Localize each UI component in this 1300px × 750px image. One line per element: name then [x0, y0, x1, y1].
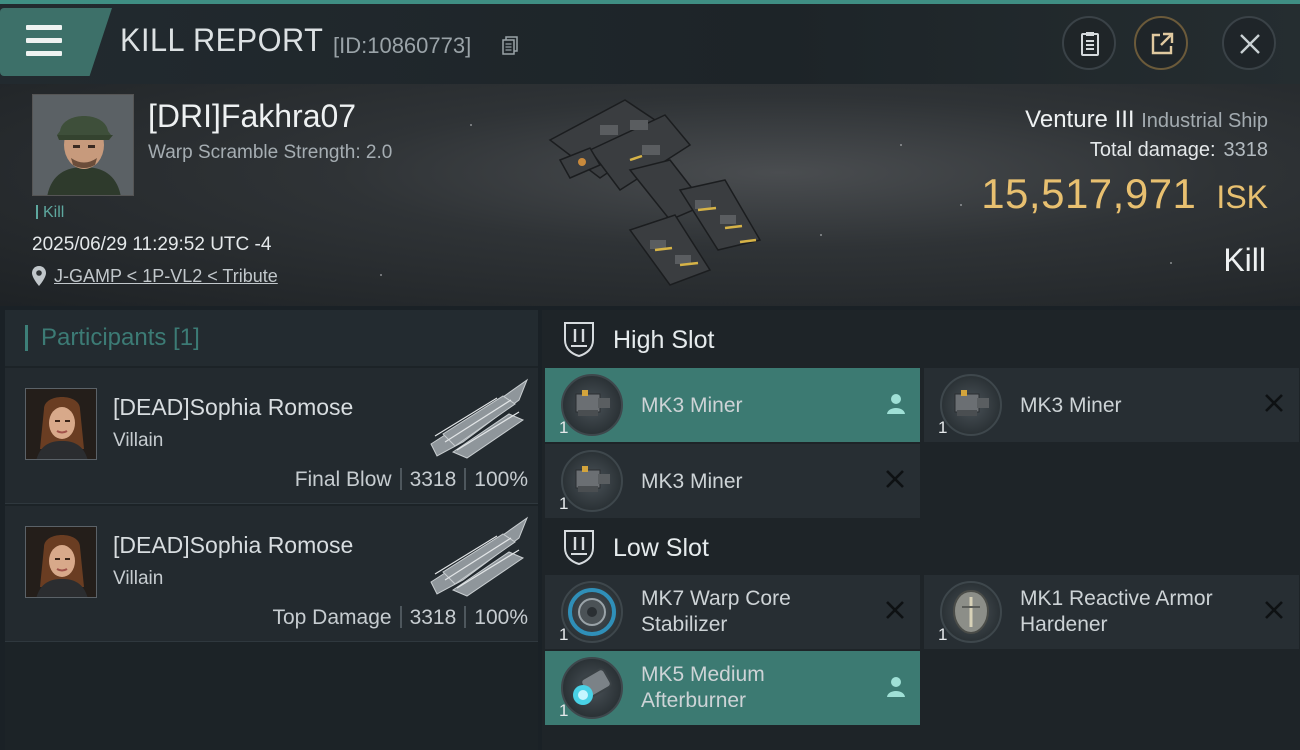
participant-percent: 100%: [474, 468, 528, 491]
isk-unit: ISK: [1216, 179, 1268, 215]
victim-ship-image: [548, 99, 762, 286]
participant-percent: 100%: [474, 606, 528, 629]
module-name-line1: MK5 Medium: [641, 663, 765, 686]
participant-stats: Top Damage 3318 100%: [272, 606, 528, 630]
victim-portrait-image: [33, 95, 133, 195]
participants-title: Participants [1]: [41, 324, 200, 351]
participant-portrait-image: [26, 527, 96, 597]
participant-ship-icon: [430, 378, 529, 459]
module-name: MK3 Miner: [641, 394, 743, 417]
participant-avatar[interactable]: [25, 526, 97, 598]
victim-name[interactable]: [DRI]Fakhra07: [148, 98, 356, 135]
module-slot[interactable]: 1 MK5 Medium Afterburner: [545, 651, 920, 725]
menu-button[interactable]: [0, 8, 112, 76]
destroyed-icon: [886, 601, 904, 619]
victim-avatar[interactable]: [32, 94, 134, 196]
slot-shield-icon: [564, 530, 594, 566]
participant-name: [DEAD]Sophia Romose: [113, 532, 354, 558]
fittings-panel: High Slot 1 MK3 Miner 1 MK3 Miner 1 MK3 …: [542, 310, 1300, 750]
participant-row[interactable]: [DEAD]Sophia Romose Villain Top Damage 33…: [5, 506, 538, 642]
module-quantity: 1: [559, 494, 569, 513]
destroyed-icon: [1265, 394, 1283, 412]
warp-scramble-strength: Warp Scramble Strength: 2.0: [148, 142, 393, 163]
participant-name: [DEAD]Sophia Romose: [113, 394, 354, 420]
module-name-line2: Hardener: [1020, 613, 1108, 636]
module-quantity: 1: [938, 418, 948, 437]
victim-ship-name[interactable]: Venture III Industrial Ship: [1025, 106, 1268, 134]
ship-name: Venture III: [1025, 106, 1135, 133]
module-slot[interactable]: 1 MK3 Miner: [545, 444, 920, 518]
participant-row[interactable]: [DEAD]Sophia Romose Villain Final Blow 33…: [5, 368, 538, 504]
participant-blow-label: Final Blow: [294, 468, 392, 491]
isk-value: 15,517,971 ISK: [981, 170, 1268, 218]
participants-panel: Participants [1] [DEAD]Sophia Romose Vil…: [5, 310, 538, 750]
location-pin-icon: [32, 266, 46, 286]
participant-avatar[interactable]: [25, 388, 97, 460]
module-slot[interactable]: 1 MK7 Warp Core Stabilizer: [545, 575, 920, 649]
pilot-icon: [887, 394, 905, 414]
participant-ship-icon: [430, 516, 529, 597]
module-name: MK7 Warp Core Stabilizer: [641, 586, 791, 638]
low-slot-title: Low Slot: [613, 534, 709, 562]
total-damage-label: Total damage:: [1089, 139, 1216, 161]
miner-icon: [940, 374, 1002, 436]
module-quantity: 1: [559, 418, 569, 437]
module-quantity: 1: [938, 625, 948, 644]
participant-damage: 3318: [409, 468, 457, 491]
high-slot-title: High Slot: [613, 326, 715, 354]
high-slot-header: High Slot: [542, 310, 1300, 368]
clipboard-icon: [1081, 32, 1099, 56]
low-slot-header: Low Slot: [542, 518, 1300, 576]
report-log-button[interactable]: [1062, 16, 1116, 70]
armor-hardener-icon: [940, 581, 1002, 643]
module-name: MK3 Miner: [641, 470, 743, 493]
page-title: KILL REPORT: [120, 22, 324, 58]
module-name-line1: MK1 Reactive Armor: [1020, 587, 1213, 610]
kill-timestamp: 2025/06/29 11:29:52 UTC -4: [32, 234, 272, 255]
module-slot[interactable]: 1 MK3 Miner: [924, 368, 1299, 442]
participant-damage: 3318: [409, 606, 457, 629]
isk-amount: 15,517,971: [981, 170, 1197, 217]
kill-tag: Kill: [36, 204, 64, 222]
total-damage: Total damage: 3318: [1090, 139, 1268, 162]
slot-shield-icon: [564, 322, 594, 358]
participant-blow-label: Top Damage: [272, 606, 392, 629]
miner-icon: [561, 450, 623, 512]
close-icon: [1240, 34, 1260, 54]
module-slot[interactable]: 1 MK3 Miner: [545, 368, 920, 442]
top-bar: KILL REPORT [ID:10860773]: [0, 0, 1300, 84]
pilot-icon: [887, 677, 905, 697]
module-name-line2: Afterburner: [641, 689, 747, 712]
miner-icon: [561, 374, 623, 436]
module-name: MK3 Miner: [1020, 394, 1122, 417]
module-quantity: 1: [559, 701, 569, 720]
module-name-line1: MK7 Warp Core: [641, 587, 791, 610]
participant-role: Villain: [113, 568, 164, 589]
participant-portrait-image: [26, 389, 96, 459]
participants-header: Participants [1]: [5, 310, 538, 366]
copy-icon[interactable]: [502, 36, 518, 56]
module-name: MK5 Medium Afterburner: [641, 662, 765, 714]
module-quantity: 1: [559, 625, 569, 644]
participant-stats: Final Blow 3318 100%: [295, 468, 528, 492]
share-button[interactable]: [1134, 16, 1188, 70]
kill-result: Kill: [1223, 242, 1266, 278]
kill-location-link[interactable]: J-GAMP < 1P-VL2 < Tribute: [54, 266, 278, 287]
close-button[interactable]: [1222, 16, 1276, 70]
participant-role: Villain: [113, 430, 164, 451]
victim-banner: [DRI]Fakhra07 Warp Scramble Strength: 2.…: [0, 84, 1300, 306]
report-id: [ID:10860773]: [333, 33, 472, 58]
destroyed-icon: [886, 470, 904, 488]
afterburner-icon: [561, 657, 623, 719]
ship-class: Industrial Ship: [1141, 110, 1268, 132]
module-name: MK1 Reactive Armor Hardener: [1020, 586, 1213, 638]
hamburger-icon: [26, 25, 62, 30]
destroyed-icon: [1265, 601, 1283, 619]
warp-core-stabilizer-icon: [561, 581, 623, 643]
top-accent-line: [0, 0, 1300, 4]
module-slot[interactable]: 1 MK1 Reactive Armor Hardener: [924, 575, 1299, 649]
total-damage-value: 3318: [1223, 139, 1269, 161]
share-icon: [1151, 32, 1174, 55]
module-name-line2: Stabilizer: [641, 613, 728, 636]
